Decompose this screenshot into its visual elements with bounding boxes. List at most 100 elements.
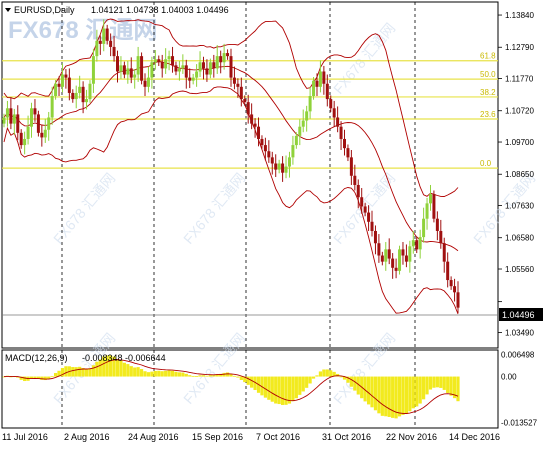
candle-body [346, 148, 350, 158]
macd-bar [122, 362, 126, 377]
candle-body [411, 240, 415, 247]
macd-bar [411, 376, 415, 409]
price-tick-label: 1.10720 [505, 107, 534, 116]
candle-body [2, 117, 6, 124]
candle-body [446, 261, 450, 281]
fib-label: 38.2 [480, 88, 496, 97]
macd-bar [387, 376, 391, 417]
candle-body [435, 218, 439, 231]
candle-body [401, 249, 405, 256]
price-tick-label: 1.06580 [505, 234, 534, 243]
macd-header: MACD(12,26,9) -0.008348 -0.006644 [5, 353, 166, 363]
macd-bar [208, 375, 212, 377]
macd-bar [294, 376, 298, 399]
macd-bar [373, 376, 378, 411]
macd-bar [404, 376, 409, 414]
macd-bar [129, 366, 133, 377]
candle-body [164, 59, 168, 69]
macd-bar [370, 376, 374, 408]
candle-body [315, 80, 319, 87]
candle-body [274, 163, 278, 170]
main-plot-area[interactable] [1, 1, 499, 349]
macd-tick-label: 0.00 [501, 373, 517, 382]
macd-bar [270, 376, 274, 402]
candle-body [133, 74, 137, 78]
time-tick-label: 22 Nov 2016 [386, 432, 437, 442]
macd-bar [71, 367, 75, 377]
candle-body [308, 96, 312, 112]
macd-bar [318, 371, 323, 377]
candle-body [174, 65, 178, 72]
candle-body [360, 197, 364, 207]
candle-body [418, 237, 422, 250]
macd-bar [50, 376, 54, 378]
candle-body [122, 65, 126, 75]
macd-bar [23, 376, 27, 382]
candle-body [325, 83, 329, 100]
macd-bar [139, 369, 144, 377]
macd-bar [267, 376, 271, 400]
macd-bar [329, 370, 333, 377]
macd-bar [53, 373, 58, 377]
macd-bar [435, 376, 439, 388]
candle-body [373, 230, 377, 244]
macd-bar [84, 368, 89, 377]
macd-bar [126, 364, 130, 377]
candle-body [456, 292, 460, 308]
candle-body [67, 77, 71, 93]
candle-body [226, 53, 230, 57]
candle-body [246, 102, 250, 115]
symbol-name: EURUSD,Daily [14, 5, 75, 15]
price-tick-label: 1.09700 [505, 138, 534, 147]
candle-body [201, 62, 205, 69]
macd-bar [239, 376, 243, 381]
macd-bar [250, 376, 254, 388]
candle-body [105, 28, 109, 41]
candle-body [143, 80, 147, 87]
macd-bar [325, 369, 329, 377]
candle-body [439, 230, 443, 244]
macd-bar [277, 376, 281, 405]
candle-body [253, 123, 257, 127]
candle-body [198, 62, 202, 72]
candle-body [112, 46, 116, 57]
macd-bar [201, 375, 206, 377]
current-price-tag: 1.04496 [499, 308, 543, 321]
candle-body [267, 151, 271, 158]
fib-label: 23.6 [480, 110, 496, 119]
candle-body [312, 80, 316, 97]
time-tick-label: 11 Jul 2016 [2, 432, 48, 442]
macd-bar [91, 365, 96, 377]
time-tick-label: 31 Oct 2016 [322, 432, 371, 442]
candle-body [40, 132, 44, 138]
candle-body [177, 68, 181, 72]
macd-bar [422, 376, 426, 400]
candle-body [332, 108, 336, 118]
macd-bar [384, 376, 388, 417]
time-tick-label: 14 Dec 2016 [449, 432, 500, 442]
candle-body [318, 71, 322, 87]
price-tick-label: 1.05560 [505, 265, 534, 274]
candle-body [322, 71, 326, 84]
macd-bar [164, 370, 168, 377]
eurusd-daily-chart[interactable]: FX678 汇通网 FX678 汇通网FX678 汇通网 FX678 汇通网 FX67… [0, 0, 543, 451]
candle-body [353, 175, 357, 185]
macd-bar [353, 376, 357, 391]
macd-bar [280, 376, 285, 405]
candle-body [208, 62, 212, 75]
candle-body [291, 145, 295, 158]
macd-label: MACD(12,26,9) [5, 353, 68, 363]
macd-bar [95, 361, 99, 377]
macd-bar [225, 372, 230, 377]
macd-bar [198, 375, 202, 377]
macd-bar [287, 376, 292, 404]
candle-body [422, 218, 426, 238]
macd-bar [232, 375, 237, 377]
candle-body [408, 246, 412, 262]
candle-body [277, 163, 281, 170]
macd-bar [188, 375, 192, 377]
macd-bar [442, 376, 446, 390]
macd-bar [322, 369, 326, 377]
candle-body [98, 40, 102, 44]
candle-body [250, 114, 254, 124]
